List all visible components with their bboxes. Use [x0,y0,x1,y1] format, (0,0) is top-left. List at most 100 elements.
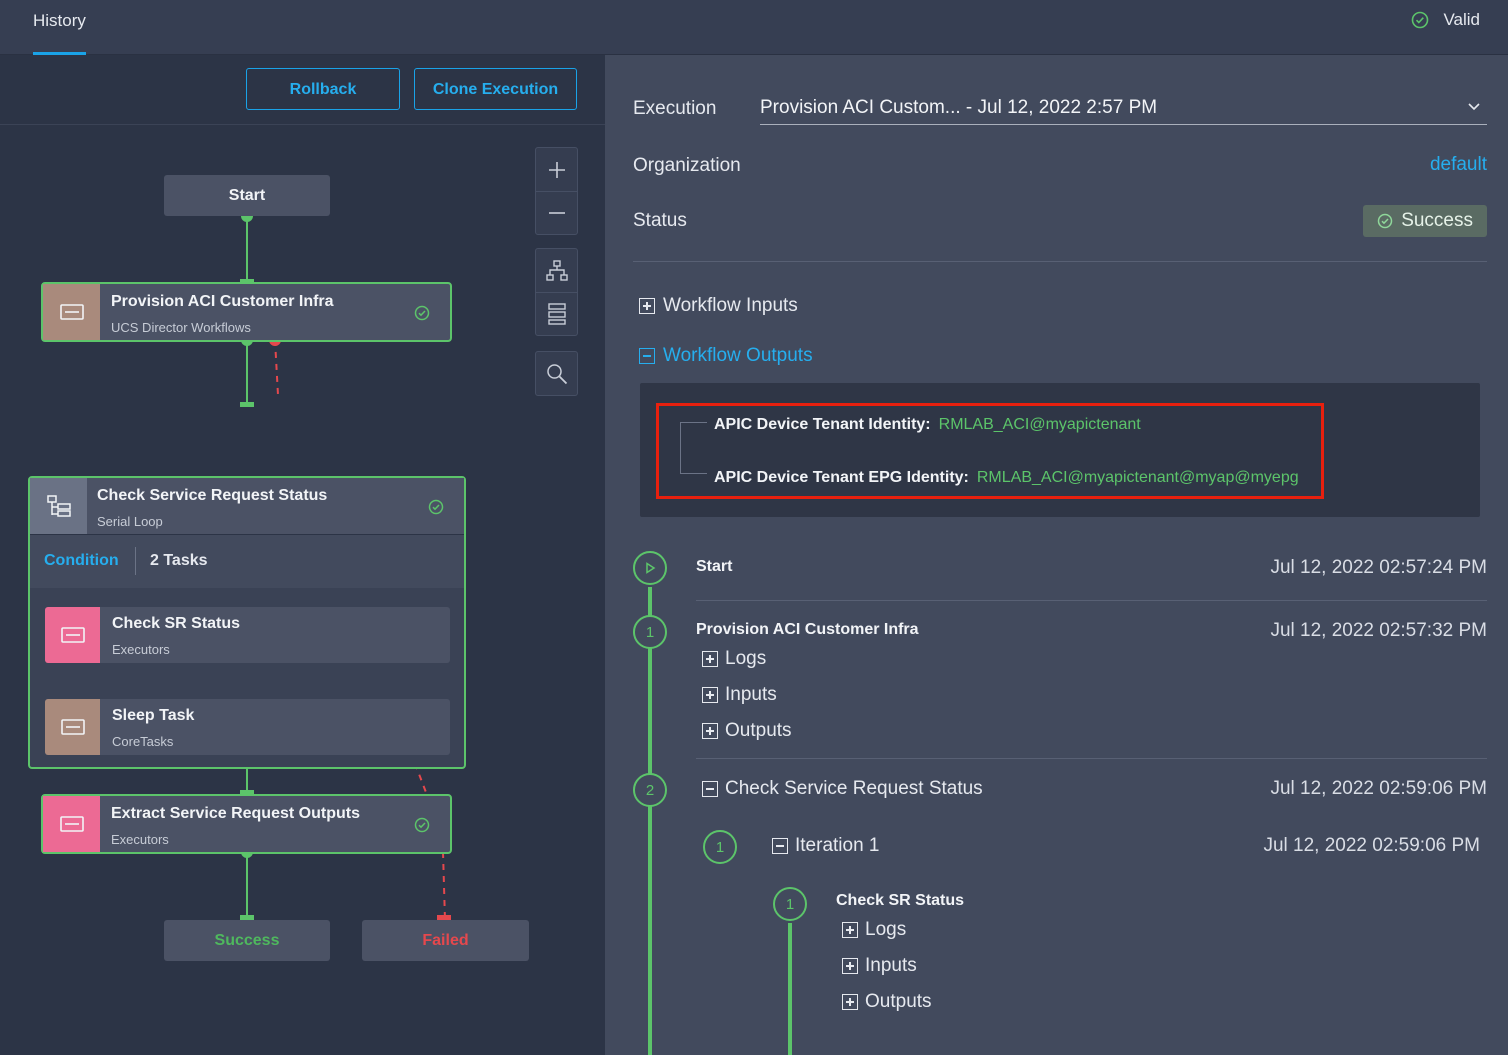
step-number: 2 [633,773,667,807]
step-title: Provision ACI Customer Infra [696,621,919,638]
zoom-controls [535,147,578,235]
node-title: Sleep Task [112,707,195,724]
outputs-toggle[interactable]: Outputs [842,991,932,1013]
failed-end-node[interactable]: Failed [362,920,529,961]
play-icon [646,562,656,574]
node-title: Extract Service Request Outputs [111,805,360,822]
collapse-icon [702,781,718,797]
step2-toggle[interactable]: Check Service Request Status [702,778,983,800]
search-button[interactable] [536,352,577,395]
logs-toggle[interactable]: Logs [702,648,766,670]
check-circle-icon [414,305,430,321]
output-row: APIC Device Tenant EPG Identity: RMLAB_AC… [714,469,1299,487]
zoom-in-button[interactable] [536,148,577,191]
validation-status: Valid [1411,10,1480,30]
iteration-toggle[interactable]: Iteration 1 [772,835,880,857]
auto-layout-button[interactable] [536,249,577,292]
expand-icon [842,922,858,938]
node-check-service-request-loop[interactable]: Check Service Request Status Serial Loop… [28,476,466,769]
start-node[interactable]: Start [164,175,330,216]
check-circle-icon [1412,11,1429,29]
step-title: Check Service Request Status [725,778,983,799]
outputs-toggle[interactable]: Outputs [702,720,792,742]
top-bar: History Valid [0,0,1508,55]
node-sleep-task[interactable]: Sleep Task CoreTasks [45,699,450,755]
step-number: 1 [773,887,807,921]
outputs-label: Outputs [725,720,792,741]
workflow-inputs-toggle[interactable]: Workflow Inputs [639,295,798,317]
workflow-inputs-label: Workflow Inputs [663,295,798,316]
organization-link[interactable]: default [1430,154,1487,176]
inputs-toggle[interactable]: Inputs [842,955,917,977]
node-subtitle: Executors [112,642,170,657]
node-subtitle: CoreTasks [112,734,174,749]
output-value[interactable]: RMLAB_ACI@myapictenant [939,416,1141,433]
step-number: 1 [633,615,667,649]
node-check-sr-status[interactable]: Check SR Status Executors [45,607,450,663]
canvas-toolbar: Rollback Clone Execution [0,55,605,125]
divider [633,261,1487,262]
chevron-down-icon [1468,103,1480,111]
loop-condition-link[interactable]: Condition [44,552,119,570]
workflow-canvas-panel: Rollback Clone Execution Start Provision… [0,55,605,1055]
success-end-node[interactable]: Success [164,920,330,961]
output-key: APIC Device Tenant Identity: [714,416,931,433]
inputs-label: Inputs [865,955,917,976]
align-layout-button[interactable] [536,292,577,335]
loop-task-count: 2 Tasks [150,552,208,569]
output-row: APIC Device Tenant Identity: RMLAB_ACI@my… [714,416,1141,434]
node-provision-aci[interactable]: Provision ACI Customer Infra UCS Directo… [41,282,452,342]
check-circle-icon [414,817,430,833]
timeline-line [788,923,792,1055]
search-icon [546,363,567,384]
layout-controls [535,248,578,336]
step-title: Check SR Status [836,892,965,909]
timeline-line [648,587,652,1055]
inputs-label: Inputs [725,684,777,705]
workflow-graph[interactable]: Start Provision ACI Customer Infra UCS D… [0,125,605,1055]
start-marker [633,551,667,585]
execution-label: Execution [633,98,717,119]
highlight-box: APIC Device Tenant Identity: RMLAB_ACI@my… [656,403,1324,499]
node-extract-outputs[interactable]: Extract Service Request Outputs Executor… [41,794,452,854]
task-icon [45,699,100,755]
expand-icon [702,687,718,703]
collapse-icon [772,838,788,854]
task-icon [43,284,100,340]
rollback-button[interactable]: Rollback [246,68,400,110]
clone-execution-button[interactable]: Clone Execution [414,68,577,110]
plus-icon [548,161,565,178]
inputs-toggle[interactable]: Inputs [702,684,777,706]
status-value: Success [1401,210,1473,231]
loop-info-bar: Condition 2 Tasks [30,534,464,588]
zoom-out-button[interactable] [536,191,577,234]
expand-icon [639,298,655,314]
search-controls [535,351,578,396]
step-time: Jul 12, 2022 02:59:06 PM [1270,778,1487,799]
check-circle-icon [428,499,444,515]
organization-label: Organization [633,155,741,176]
workflow-outputs-label: Workflow Outputs [663,345,813,366]
execution-details-panel: Execution Provision ACI Custom... - Jul … [605,55,1508,1055]
tab-history[interactable]: History [33,0,86,55]
divider [696,600,1487,601]
expand-icon [842,958,858,974]
logs-label: Logs [865,919,907,940]
output-value[interactable]: RMLAB_ACI@myapictenant@myap@myepg [977,469,1299,486]
output-key: APIC Device Tenant EPG Identity: [714,469,969,486]
minus-icon [548,212,565,214]
logs-label: Logs [725,648,767,669]
logs-toggle[interactable]: Logs [842,919,906,941]
task-icon [43,796,100,852]
execution-value: Provision ACI Custom... - Jul 12, 2022 2… [760,97,1158,118]
expand-icon [702,651,718,667]
node-subtitle: Serial Loop [97,514,163,529]
step-title: Start [696,558,733,575]
workflow-outputs-toggle[interactable]: Workflow Outputs [639,345,813,367]
node-subtitle: Executors [111,832,169,847]
divider [696,758,1487,759]
loop-icon [30,478,87,534]
hierarchy-icon [545,259,568,281]
outputs-label: Outputs [865,991,932,1012]
execution-select[interactable]: Provision ACI Custom... - Jul 12, 2022 2… [760,93,1487,125]
